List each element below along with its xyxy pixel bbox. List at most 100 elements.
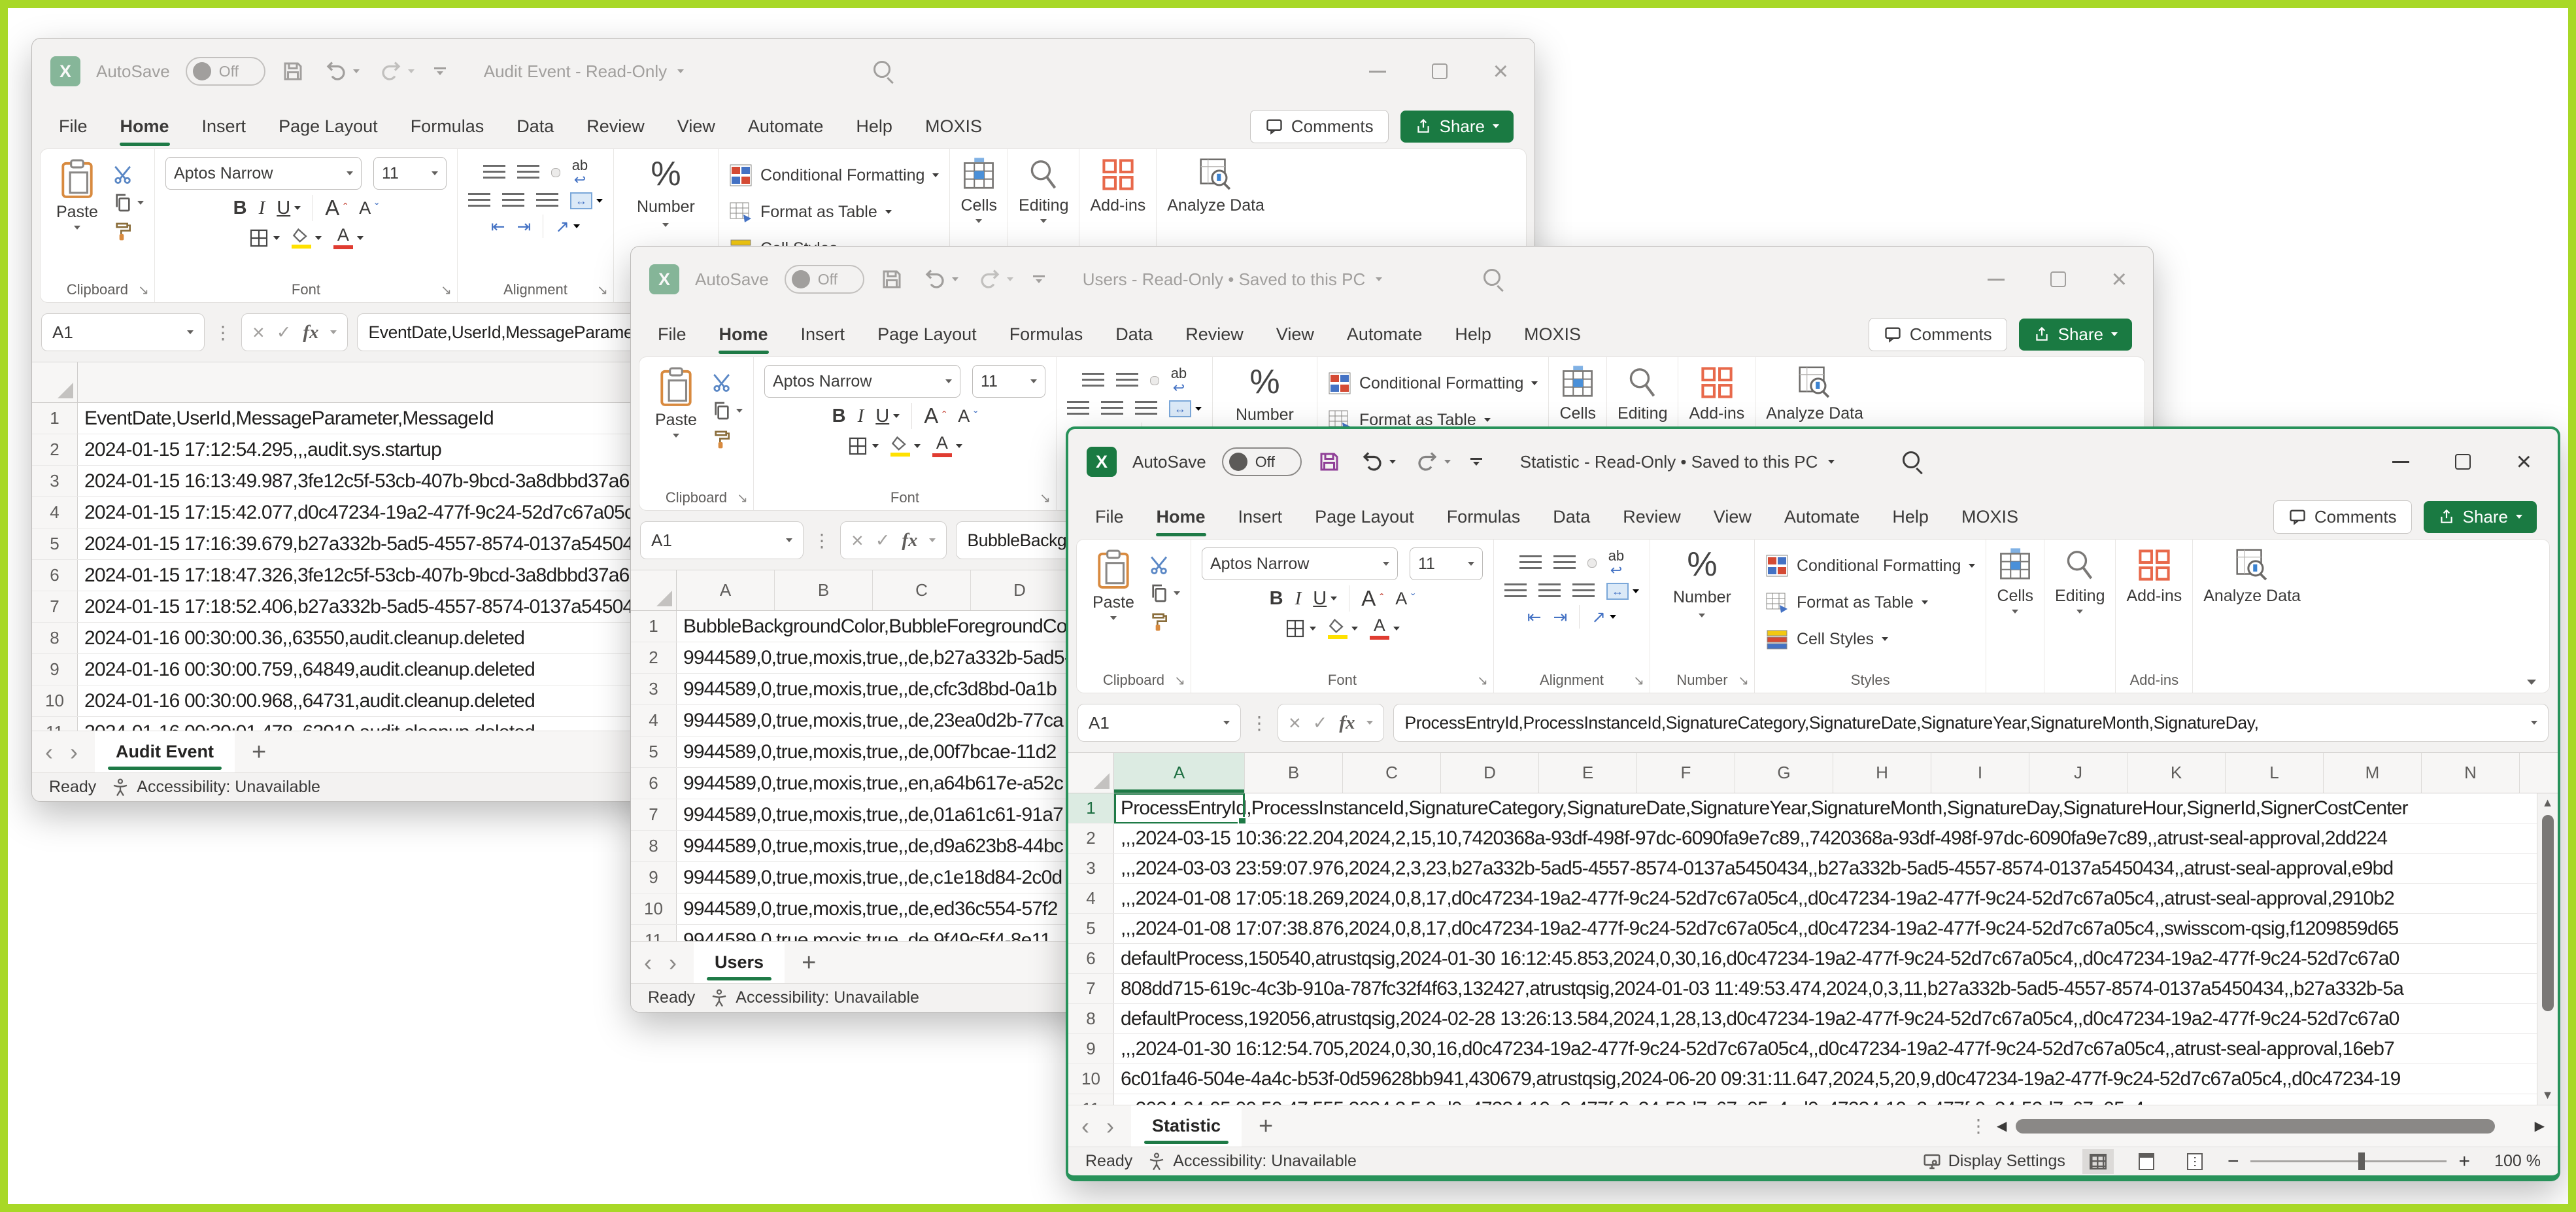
row-header[interactable]: 5 [32, 528, 78, 559]
cell-text[interactable]: ,,,2024-01-08 17:07:38.876,2024,0,8,17,d… [1114, 914, 2399, 943]
name-box[interactable]: A1 [41, 313, 205, 351]
bold-button[interactable]: B [1270, 588, 1283, 610]
row-header[interactable]: 1 [1068, 793, 1114, 823]
cell-text[interactable]: 808dd715-619c-4c3b-910a-787fc32f4f63,132… [1114, 974, 2403, 1003]
column-header-L[interactable]: L [2226, 753, 2324, 793]
merge-center-button[interactable]: ↔ [1169, 400, 1202, 417]
row-header[interactable]: 8 [1068, 1004, 1114, 1033]
cell-text[interactable]: 9944589,0,true,moxis,true,,de,ed36c554-5… [677, 893, 1058, 924]
zoom-out-button[interactable]: − [2228, 1151, 2239, 1173]
row-header[interactable]: 6 [631, 768, 677, 799]
autosave-toggle[interactable]: Off [785, 265, 864, 294]
dialog-launcher-icon[interactable]: ↘ [1174, 672, 1185, 689]
row-header[interactable]: 6 [1068, 944, 1114, 973]
decrease-indent-button[interactable]: ⇤ [1527, 607, 1542, 627]
paste-button[interactable]: Paste [51, 157, 103, 249]
scroll-left-icon[interactable]: ◀ [1997, 1118, 2007, 1134]
row-header[interactable]: 4 [32, 497, 78, 528]
addins-button[interactable]: Add-ins [1090, 157, 1145, 215]
sheet-tab[interactable]: Users [694, 942, 785, 983]
menu-tab-automate[interactable]: Automate [1768, 500, 1876, 534]
row-header[interactable]: 7 [32, 591, 78, 622]
menu-tab-view[interactable]: View [661, 110, 732, 143]
align-left-button[interactable] [1504, 583, 1527, 600]
accessibility-status[interactable]: Accessibility: Unavailable [110, 778, 320, 797]
fill-color-button[interactable] [292, 228, 322, 249]
font-name-combobox[interactable]: Aptos Narrow [764, 365, 960, 398]
grow-font-button[interactable]: Aˆ [924, 404, 946, 428]
grow-font-button[interactable]: Aˆ [1361, 586, 1383, 611]
font-color-button[interactable]: A [932, 434, 962, 457]
row-header[interactable]: 3 [32, 466, 78, 496]
row-header[interactable]: 8 [32, 623, 78, 653]
menu-tab-review[interactable]: Review [1169, 318, 1260, 351]
row-header[interactable]: 7 [631, 799, 677, 830]
column-header-B[interactable]: B [1245, 753, 1343, 793]
cells-button[interactable]: Cells [1997, 547, 2033, 614]
row-header[interactable]: 6 [32, 560, 78, 591]
format-as-table-button[interactable]: Format as Table [729, 194, 892, 230]
menu-tab-moxis[interactable]: MOXIS [909, 110, 998, 143]
align-right-button[interactable] [536, 193, 558, 209]
cell-text[interactable]: 2024-01-16 00:30:01.478,,63910,audit.cle… [78, 717, 535, 731]
customize-quick-access-icon[interactable] [1033, 275, 1045, 283]
cut-button[interactable] [1149, 550, 1180, 579]
redo-icon[interactable] [1415, 450, 1451, 474]
zoom-in-button[interactable]: + [2458, 1151, 2470, 1173]
column-header-N[interactable]: N [2422, 753, 2520, 793]
italic-button[interactable]: I [858, 406, 864, 427]
column-header-C[interactable]: C [1343, 753, 1441, 793]
dialog-launcher-icon[interactable]: ↘ [1040, 490, 1051, 506]
vertical-scrollbar[interactable]: ▲ ▼ [2537, 793, 2558, 1105]
dialog-launcher-icon[interactable]: ↘ [1477, 672, 1488, 689]
addins-button[interactable]: Add-ins [1689, 365, 1744, 423]
cut-button[interactable] [112, 160, 144, 188]
next-sheet-icon[interactable]: › [70, 740, 78, 764]
copy-button[interactable] [112, 188, 144, 217]
menu-tab-moxis[interactable]: MOXIS [1508, 318, 1597, 351]
collapse-ribbon-icon[interactable] [2527, 680, 2536, 685]
formula-input[interactable]: ProcessEntryId,ProcessInstanceId,Signatu… [1393, 704, 2549, 742]
column-header-A[interactable]: A [1114, 753, 1245, 793]
align-left-button[interactable] [468, 193, 490, 209]
column-header-E[interactable]: E [1539, 753, 1637, 793]
search-icon[interactable] [1903, 451, 1920, 468]
cancel-entry-icon[interactable]: × [851, 528, 864, 553]
cell-text[interactable]: 9944589,0,true,moxis,true,,de,9f49c5f4-8… [677, 925, 1051, 941]
addins-button[interactable]: Add-ins [2126, 547, 2182, 606]
middle-align-button[interactable] [1116, 373, 1138, 389]
cell-text[interactable]: 9944589,0,true,moxis,true,,de,cfc3d8bd-0… [677, 674, 1057, 704]
horizontal-scrollbar-track[interactable] [2016, 1118, 2525, 1135]
borders-button[interactable] [1285, 618, 1316, 639]
bottom-align-button[interactable] [551, 168, 560, 177]
row-header[interactable]: 5 [631, 736, 677, 767]
dialog-launcher-icon[interactable]: ↘ [138, 282, 149, 298]
column-header-J[interactable]: J [2029, 753, 2127, 793]
zoom-level[interactable]: 100 % [2482, 1152, 2541, 1171]
formula-bar-handle[interactable]: ⋮ [813, 530, 831, 551]
row-header[interactable]: 2 [1068, 823, 1114, 853]
menu-tab-file[interactable]: File [42, 110, 104, 143]
maximize-button[interactable] [2455, 454, 2471, 470]
close-button[interactable]: × [1493, 58, 1508, 84]
row-header[interactable]: 9 [1068, 1034, 1114, 1064]
undo-icon[interactable] [1361, 450, 1396, 474]
zoom-slider[interactable] [2250, 1160, 2447, 1162]
column-header-M[interactable]: M [2324, 753, 2422, 793]
cell-text[interactable]: 2024-01-15 17:12:54.295,,,audit.sys.star… [78, 434, 441, 465]
row-header[interactable]: 3 [1068, 854, 1114, 883]
font-color-button[interactable]: A [333, 226, 364, 249]
undo-icon[interactable] [923, 268, 958, 291]
autosave-toggle[interactable]: Off [1222, 447, 1302, 476]
minimize-button[interactable] [2392, 461, 2409, 463]
cell-text[interactable]: 9944589,0,true,moxis,true,,de,01a61c61-9… [677, 799, 1063, 830]
cell-text[interactable]: BubbleBackgroundColor,BubbleForegroundCo… [677, 611, 1087, 642]
italic-button[interactable]: I [259, 198, 265, 219]
top-align-button[interactable] [483, 165, 505, 181]
insert-function-icon[interactable]: fx [303, 322, 318, 343]
copy-button[interactable] [711, 396, 743, 425]
bottom-align-button[interactable] [1587, 559, 1597, 568]
editing-button[interactable]: Editing [1019, 157, 1068, 223]
column-header-C[interactable]: C [873, 570, 971, 610]
menu-tab-data[interactable]: Data [1099, 318, 1169, 351]
